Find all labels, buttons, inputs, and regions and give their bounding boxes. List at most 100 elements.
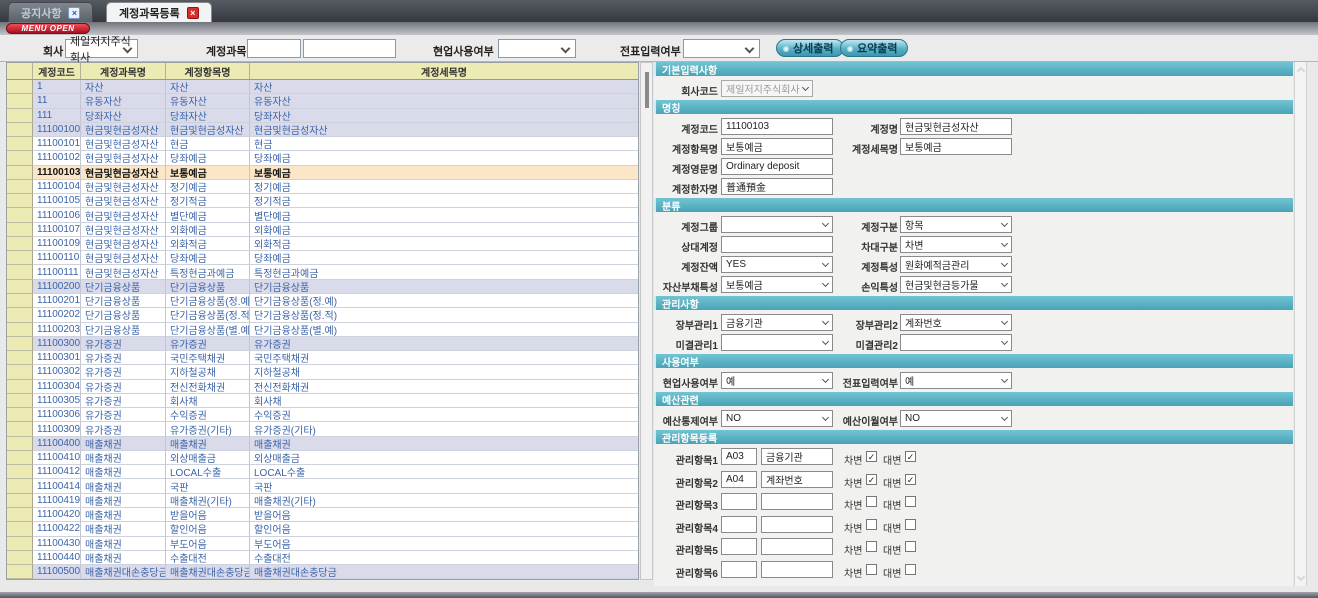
row-selector-cell[interactable] <box>7 351 33 365</box>
table-row[interactable]: 11100100현금및현금성자산현금및현금성자산현금및현금성자산 <box>7 123 638 137</box>
row-selector-cell[interactable] <box>7 394 33 408</box>
field-select[interactable]: YES <box>721 256 833 273</box>
row-selector-cell[interactable] <box>7 265 33 279</box>
table-row[interactable]: 11100106현금및현금성자산별단예금별단예금 <box>7 208 638 222</box>
credit-checkbox[interactable] <box>905 564 916 575</box>
account-code-input[interactable] <box>247 39 301 58</box>
column-header[interactable]: 계정과목명 <box>81 63 166 79</box>
row-selector-cell[interactable] <box>7 109 33 123</box>
field-input[interactable] <box>721 236 833 253</box>
item-name-input[interactable] <box>761 516 833 533</box>
row-selector-cell[interactable] <box>7 508 33 522</box>
field-input[interactable]: 보통예금 <box>721 138 833 155</box>
field-select[interactable]: 원화예적금관리 <box>900 256 1012 273</box>
row-selector-cell[interactable] <box>7 180 33 194</box>
slip-input-select[interactable] <box>683 39 760 58</box>
row-selector-cell[interactable] <box>7 123 33 137</box>
item-name-input[interactable] <box>761 561 833 578</box>
field-input[interactable]: 현금및현금성자산 <box>900 118 1012 135</box>
table-row[interactable]: 11100101현금및현금성자산현금현금 <box>7 137 638 151</box>
table-row[interactable]: 11100102현금및현금성자산당좌예금당좌예금 <box>7 151 638 165</box>
row-selector-cell[interactable] <box>7 565 33 579</box>
field-input[interactable]: 普通預金 <box>721 178 833 195</box>
row-selector-cell[interactable] <box>7 437 33 451</box>
row-selector-cell[interactable] <box>7 479 33 493</box>
close-icon[interactable]: × <box>187 7 199 19</box>
grid-scrollbar[interactable] <box>640 62 653 580</box>
detail-print-button[interactable]: 상세출력 <box>776 39 844 57</box>
table-row[interactable]: 11100203단기금융상품단기금융상품(별.예)단기금융상품(별.예) <box>7 323 638 337</box>
column-header[interactable]: 계정항목명 <box>166 63 250 79</box>
debit-checkbox[interactable] <box>866 496 877 507</box>
debit-checkbox[interactable]: ✓ <box>866 451 877 462</box>
close-icon[interactable]: × <box>68 7 80 19</box>
debit-checkbox[interactable] <box>866 541 877 552</box>
row-selector-cell[interactable] <box>7 80 33 94</box>
table-row[interactable]: 11100201단기금융상품단기금융상품(정.예)단기금융상품(정.예) <box>7 294 638 308</box>
table-row[interactable]: 1자산자산자산 <box>7 80 638 94</box>
table-row[interactable]: 11100422매출채권할인어음할인어음 <box>7 522 638 536</box>
table-row[interactable]: 11100419매출채권매출채권(기타)매출채권(기타) <box>7 494 638 508</box>
item-name-input[interactable]: 계좌번호 <box>761 471 833 488</box>
table-row[interactable]: 11100111현금및현금성자산특정현금과예금특정현금과예금 <box>7 265 638 279</box>
scroll-up-icon[interactable] <box>1297 67 1305 75</box>
row-selector-cell[interactable] <box>7 337 33 351</box>
row-selector-cell[interactable] <box>7 194 33 208</box>
row-selector-cell[interactable] <box>7 323 33 337</box>
table-row[interactable]: 11100105현금및현금성자산정기적금정기적금 <box>7 194 638 208</box>
table-row[interactable]: 111당좌자산당좌자산당좌자산 <box>7 109 638 123</box>
row-selector-cell[interactable] <box>7 551 33 565</box>
tab-account-registration[interactable]: 계정과목등록 × <box>106 2 212 22</box>
credit-checkbox[interactable]: ✓ <box>905 451 916 462</box>
field-select[interactable]: 예 <box>721 372 833 389</box>
table-row[interactable]: 11100200단기금융상품단기금융상품단기금융상품 <box>7 280 638 294</box>
field-select[interactable]: NO <box>721 410 833 427</box>
row-selector-cell[interactable] <box>7 137 33 151</box>
table-row[interactable]: 11100202단기금융상품단기금융상품(정.적)단기금융상품(정.적) <box>7 308 638 322</box>
credit-checkbox[interactable] <box>905 519 916 530</box>
item-code-input[interactable] <box>721 516 757 533</box>
credit-checkbox[interactable]: ✓ <box>905 474 916 485</box>
column-header[interactable]: 계정세목명 <box>250 63 638 79</box>
table-row[interactable]: 11100107현금및현금성자산외화예금외화예금 <box>7 223 638 237</box>
field-select[interactable]: 금융기관 <box>721 314 833 331</box>
field-use-select[interactable] <box>498 39 576 58</box>
row-selector-cell[interactable] <box>7 166 33 180</box>
table-row[interactable]: 11유동자산유동자산유동자산 <box>7 94 638 108</box>
panel-scrollbar[interactable] <box>1294 62 1307 586</box>
table-row[interactable]: 11100304유가증권전신전화채권전신전화채권 <box>7 380 638 394</box>
row-selector-cell[interactable] <box>7 237 33 251</box>
field-select[interactable]: 제일저지주식회사 <box>721 80 813 97</box>
item-code-input[interactable] <box>721 561 757 578</box>
item-name-input[interactable]: 금융기관 <box>761 448 833 465</box>
scrollbar-thumb[interactable] <box>645 72 649 108</box>
row-selector-cell[interactable] <box>7 408 33 422</box>
row-selector-cell[interactable] <box>7 422 33 436</box>
field-select[interactable]: 현금및현금등가물 <box>900 276 1012 293</box>
table-row[interactable]: 11100412매출채권LOCAL수출LOCAL수출 <box>7 465 638 479</box>
row-selector-cell[interactable] <box>7 151 33 165</box>
table-row[interactable]: 11100430매출채권부도어음부도어음 <box>7 537 638 551</box>
column-header[interactable]: 계정코드 <box>33 63 81 79</box>
field-select[interactable]: 항목 <box>900 216 1012 233</box>
table-row[interactable]: 11100300유가증권유가증권유가증권 <box>7 337 638 351</box>
table-row[interactable]: 11100110현금및현금성자산당좌예금당좌예금 <box>7 251 638 265</box>
table-row[interactable]: 11100305유가증권회사채회사채 <box>7 394 638 408</box>
row-selector-cell[interactable] <box>7 465 33 479</box>
table-row[interactable]: 11100410매출채권외상매출금외상매출금 <box>7 451 638 465</box>
table-row[interactable]: 11100104현금및현금성자산정기예금정기예금 <box>7 180 638 194</box>
row-selector-cell[interactable] <box>7 451 33 465</box>
credit-checkbox[interactable] <box>905 541 916 552</box>
table-row[interactable]: 11100309유가증권유가증권(기타)유가증권(기타) <box>7 422 638 436</box>
item-code-input[interactable] <box>721 538 757 555</box>
row-selector-cell[interactable] <box>7 223 33 237</box>
row-selector-cell[interactable] <box>7 208 33 222</box>
company-select[interactable]: 제일저지주식회사 <box>65 39 138 58</box>
item-name-input[interactable] <box>761 538 833 555</box>
account-name-input[interactable] <box>303 39 396 58</box>
field-select[interactable] <box>900 334 1012 351</box>
field-select[interactable]: 차변 <box>900 236 1012 253</box>
item-code-input[interactable]: A03 <box>721 448 757 465</box>
tab-notice[interactable]: 공지사항 × <box>8 2 93 22</box>
table-row[interactable]: 11100414매출채권국판국판 <box>7 479 638 493</box>
